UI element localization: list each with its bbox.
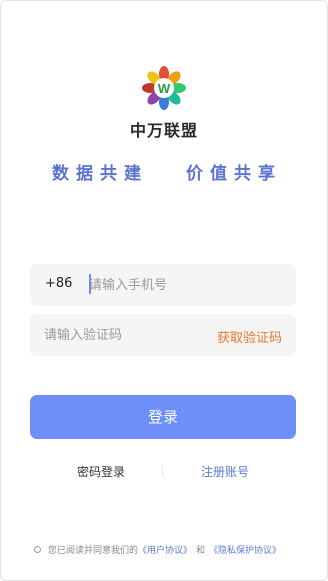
- country-code-prefix[interactable]: +86: [45, 276, 72, 291]
- phone-input[interactable]: [89, 264, 284, 306]
- verification-code-field: 获取验证码: [30, 314, 296, 356]
- agreement-radio[interactable]: [34, 546, 41, 553]
- user-agreement-link[interactable]: 《用户协议》: [138, 543, 192, 556]
- login-button[interactable]: 登录: [30, 395, 296, 439]
- app-name: 中万联盟: [129, 121, 198, 140]
- verification-code-input[interactable]: [44, 314, 214, 356]
- register-link[interactable]: 注册账号: [201, 463, 249, 480]
- logo-letter: W: [158, 81, 171, 96]
- agreement-row: 您已阅读并同意我们的 《用户协议》 和 《隐私保护协议》: [34, 543, 281, 556]
- password-login-link[interactable]: 密码登录: [77, 463, 125, 480]
- privacy-agreement-link[interactable]: 《隐私保护协议》: [209, 543, 281, 556]
- flower-w-logo-icon: W: [142, 66, 186, 110]
- agreement-prefix-text: 您已阅读并同意我们的: [48, 546, 139, 556]
- slogan-left: 数据共建: [52, 164, 148, 184]
- agreement-conjunction: 和: [196, 546, 206, 556]
- link-divider: [162, 465, 163, 477]
- phone-field: +86: [30, 264, 296, 306]
- get-code-button[interactable]: 获取验证码: [217, 327, 282, 346]
- slogan-right: 价值共享: [186, 164, 282, 184]
